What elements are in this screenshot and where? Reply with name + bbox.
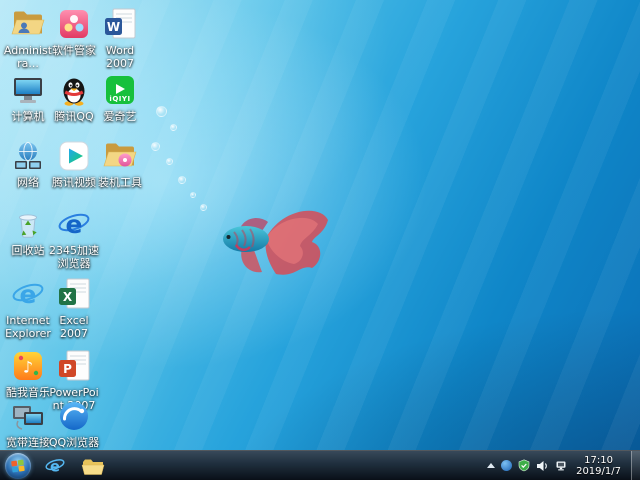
desktop-icon-recycle-bin[interactable]: 回收站 [2,206,54,257]
desktop-icon-computer[interactable]: 计算机 [2,72,54,123]
desktop-icon-2345-browser[interactable]: e 2345加速浏览器 [48,206,100,270]
powerpoint-glyph: P [63,362,72,376]
desktop-icon-kuwo-music[interactable]: ♪ 酷我音乐 [2,348,54,399]
tray-app-icon[interactable] [501,460,513,471]
qq-penguin-icon [56,72,92,108]
excel-glyph: X [63,290,73,304]
taskbar: e 17:10 2019/1/7 [0,450,640,480]
desktop-icon-administrator[interactable]: Administra... [2,6,54,70]
recycle-bin-icon [10,206,46,242]
desktop-icon-network[interactable]: 网络 [2,138,54,189]
folder-icon [81,459,105,475]
desktop-icon-label: 计算机 [11,110,45,123]
tencent-video-icon [56,138,92,174]
taskbar-internet-explorer-button[interactable]: e [37,453,73,479]
desktop-icon-excel-2007[interactable]: X Excel 2007 [48,276,100,340]
desktop-icon-label: 2345加速浏览器 [49,244,99,270]
taskbar-clock[interactable]: 17:10 2019/1/7 [576,455,621,477]
desktop-icon-qq-browser[interactable]: QQ浏览器 [48,398,100,449]
desktop-icon-label: 爱奇艺 [103,110,137,123]
powerpoint-icon: P [56,348,92,384]
broadband-connection-icon [10,398,46,434]
desktop-icon-iqiyi[interactable]: iQIYI 爱奇艺 [94,72,146,123]
desktop-icon-broadband-connection[interactable]: 宽带连接 [2,398,54,449]
desktop-icon-label: Internet Explorer [5,314,51,340]
windows-logo-icon [11,459,25,472]
desktop-icon-label: 宽带连接 [6,436,50,449]
taskbar-windows-explorer-button[interactable] [75,453,111,479]
iqiyi-glyph: iQIYI [109,95,130,103]
desktop-icon-software-manager[interactable]: 软件管家 [48,6,100,57]
ie-glyph: e [20,280,37,309]
2345-glyph: e [66,210,83,239]
tray-security-shield-icon[interactable] [518,459,530,472]
desktop-icon-word-2007[interactable]: W Word 2007 [94,6,146,70]
internet-explorer-icon: e [45,458,65,475]
internet-explorer-icon: e [10,276,46,312]
2345-browser-icon: e [56,206,92,242]
desktop-icon-label: Excel 2007 [59,314,89,340]
show-desktop-button[interactable] [631,451,640,480]
desktop-icon-label: Word 2007 [105,44,135,70]
install-tools-folder-icon [102,138,138,174]
tray-network-icon[interactable] [555,460,568,472]
bubble [156,106,167,117]
desktop-icon-label: 腾讯QQ [54,110,94,123]
clock-date: 2019/1/7 [576,465,621,477]
bubble [178,176,186,184]
iqiyi-icon: iQIYI [102,72,138,108]
bubble [200,204,207,211]
qq-browser-icon [56,398,92,434]
tray-hidden-icons-button[interactable] [487,463,496,468]
desktop: Administra... 软件管家 W Word 2007 计算机 腾讯QQ … [0,0,640,480]
word-icon: W [102,6,138,42]
bubble [190,192,196,198]
clock-time: 17:10 [584,454,613,466]
taskbar-ie-glyph: e [50,458,60,475]
desktop-icon-label: 软件管家 [52,44,96,57]
administrator-folder-icon [10,6,46,42]
bubble [166,158,173,165]
system-tray: 17:10 2019/1/7 [487,451,640,480]
desktop-icon-install-tools[interactable]: 装机工具 [94,138,146,189]
start-button[interactable] [5,452,31,479]
desktop-icon-label: 装机工具 [98,176,142,189]
tray-volume-icon[interactable] [536,460,549,472]
software-manager-icon [56,6,92,42]
bubble [170,124,177,131]
bubble [151,142,160,151]
desktop-icon-label: QQ浏览器 [48,436,100,449]
desktop-icon-label: 回收站 [11,244,45,257]
desktop-icon-label: 网络 [17,176,39,189]
computer-icon [10,72,46,108]
desktop-icon-label: 腾讯视频 [52,176,96,189]
excel-icon: X [56,276,92,312]
kuwo-music-icon: ♪ [10,348,46,384]
network-icon [10,138,46,174]
desktop-icon-internet-explorer[interactable]: e Internet Explorer [2,276,54,340]
word-glyph: W [107,20,120,34]
desktop-icon-tencent-video[interactable]: 腾讯视频 [48,138,100,189]
betta-fish [223,210,328,275]
desktop-icon-tencent-qq[interactable]: 腾讯QQ [48,72,100,123]
kuwo-glyph: ♪ [23,358,33,377]
desktop-icon-label: Administra... [3,44,53,70]
